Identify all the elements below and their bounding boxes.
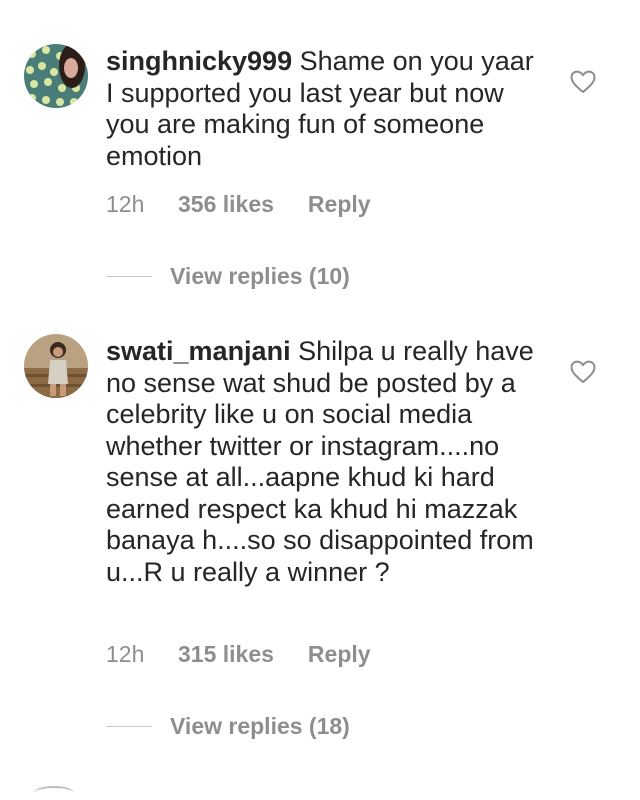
divider-line — [106, 275, 152, 277]
view-replies-label[interactable]: View replies (18) — [170, 713, 350, 740]
divider-line — [106, 725, 152, 727]
view-replies-button[interactable]: View replies (10) — [106, 261, 350, 291]
reply-button[interactable]: Reply — [308, 641, 371, 668]
comment-username[interactable]: singhnicky999 — [106, 46, 292, 76]
comment-text-block: swati_manjani Shilpa u really have no se… — [106, 336, 546, 588]
view-replies-button[interactable]: View replies (18) — [106, 711, 350, 741]
avatar[interactable] — [24, 334, 88, 398]
polka-dot-avatar-icon — [24, 44, 88, 108]
person-photo-avatar-icon — [24, 334, 88, 398]
comment-text-block: singhnicky999 Shame on you yaar I suppor… — [106, 46, 546, 172]
heart-icon[interactable] — [570, 70, 596, 94]
view-replies-label[interactable]: View replies (10) — [170, 263, 350, 290]
next-avatar-edge — [34, 786, 74, 800]
comment-likes[interactable]: 356 likes — [178, 191, 274, 218]
comment-meta: 12h 356 likes Reply — [106, 189, 371, 219]
comment-time: 12h — [106, 190, 145, 217]
comment-time: 12h — [106, 640, 145, 667]
comment-username[interactable]: swati_manjani — [106, 336, 291, 366]
reply-button[interactable]: Reply — [308, 191, 371, 218]
avatar[interactable] — [24, 44, 88, 108]
comment-text: Shilpa u really have no sense wat shud b… — [106, 336, 534, 587]
heart-icon[interactable] — [570, 360, 596, 384]
comment-likes[interactable]: 315 likes — [178, 641, 274, 668]
comment-meta: 12h 315 likes Reply — [106, 639, 371, 669]
